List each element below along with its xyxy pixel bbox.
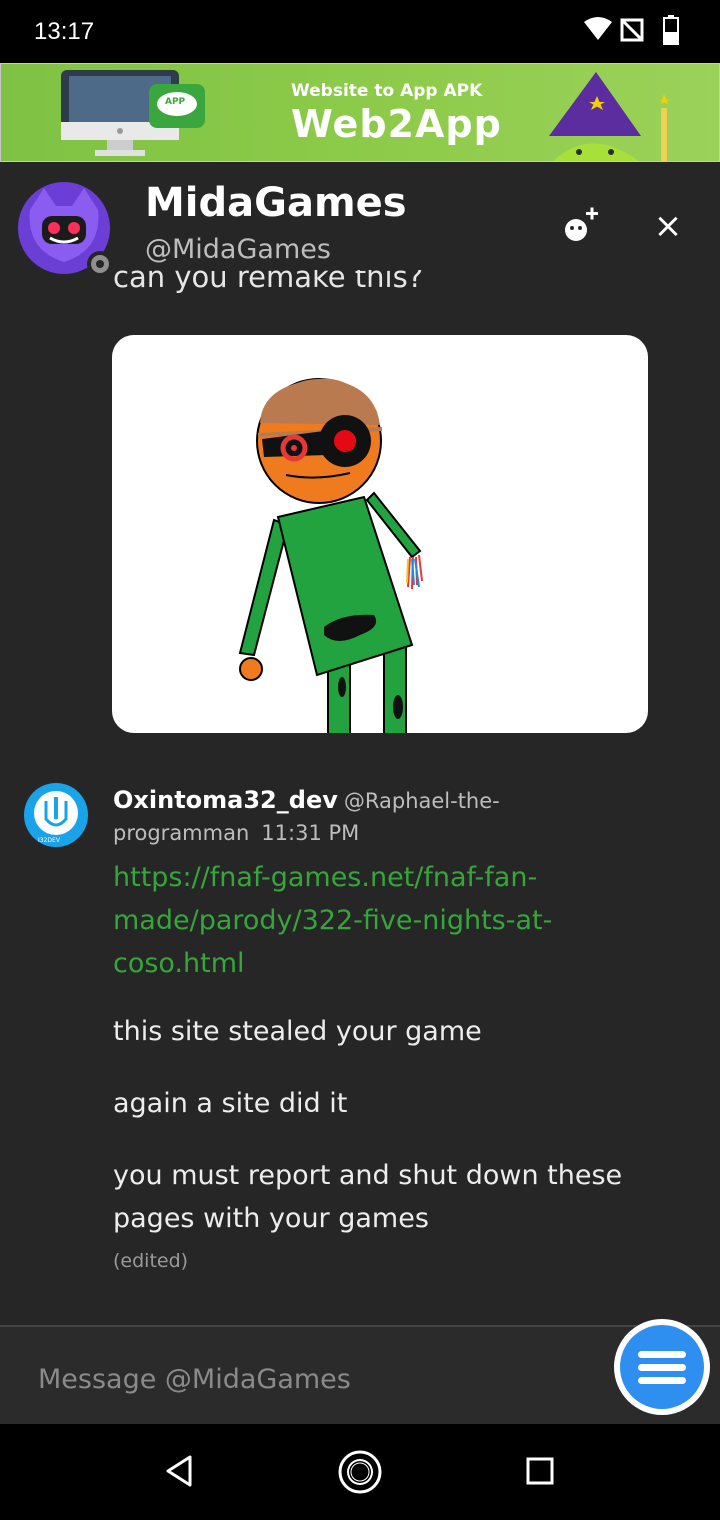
offline-status-icon [87, 251, 113, 277]
close-icon: × [653, 206, 683, 246]
contact-handle: @MidaGames [145, 234, 331, 265]
contact-avatar[interactable] [16, 180, 113, 277]
message-input[interactable] [36, 1356, 600, 1402]
message-header: Oxintoma32_dev @Raphael-the-programman 11:… [113, 785, 703, 850]
add-user-icon [565, 207, 598, 241]
message-timestamp: 11:31 PM [261, 821, 360, 845]
add-user-button[interactable] [560, 206, 600, 246]
message-link[interactable]: https://fnaf-games.net/fnaf-fan-made/par… [113, 856, 673, 985]
status-time: 13:17 [34, 18, 95, 45]
contact-name: MidaGames [145, 180, 407, 226]
message-paragraph: again a site did it [113, 1088, 348, 1119]
wizard-mascot-icon [549, 72, 670, 161]
drawing-character [238, 378, 423, 733]
ad-brand: Web2App [291, 102, 502, 146]
message-paragraph: you must report and shut down these page… [113, 1160, 623, 1234]
back-icon[interactable] [164, 1454, 196, 1488]
home-icon[interactable] [336, 1448, 384, 1496]
no-signal-icon [620, 18, 644, 42]
status-icons [582, 14, 692, 48]
battery-icon [663, 15, 679, 45]
message-author-avatar-label: I32DEV [38, 837, 60, 844]
image-attachment[interactable] [112, 335, 648, 733]
close-button[interactable]: × [648, 206, 688, 246]
message-paragraph: this site stealed your game [113, 1016, 482, 1047]
previous-message-text: can you remake this? [113, 270, 424, 294]
system-nav-bar [0, 1424, 720, 1520]
menu-button[interactable] [614, 1319, 710, 1415]
ad-banner[interactable]: Website to App APK Web2App APP [0, 63, 720, 162]
message-author-avatar[interactable]: I32DEV [24, 783, 88, 847]
menu-button-face [620, 1325, 704, 1409]
hamburger-menu-icon [638, 1351, 686, 1384]
message-author[interactable]: Oxintoma32_dev [113, 786, 338, 814]
wifi-icon [584, 17, 612, 40]
ad-app-badge-label: APP [165, 97, 186, 107]
status-bar: 13:17 [0, 0, 720, 63]
ad-tagline: Website to App APK [291, 81, 483, 101]
recents-icon[interactable] [525, 1456, 555, 1486]
edited-label: (edited) [113, 1250, 189, 1272]
